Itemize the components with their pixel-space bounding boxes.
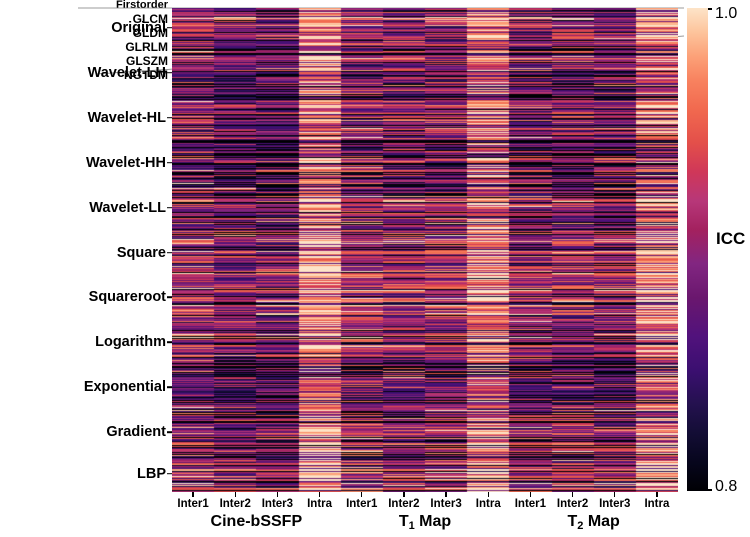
column-tick (234, 492, 236, 497)
row-group-label: LBP (137, 465, 166, 482)
row-group-labels: Original Wavelet-LH Wavelet-HL Wavelet-HH Wa… (0, 0, 172, 492)
colorbar-tick-max (708, 8, 712, 10)
column-tick (614, 492, 616, 497)
column-tick (318, 492, 321, 497)
column-tick (192, 492, 194, 497)
column-label: Inter3 (261, 498, 294, 510)
column-tick (487, 492, 489, 497)
column-tick (361, 492, 363, 497)
row-group-label: Gradient (106, 424, 166, 441)
column-label: Inter1 (177, 498, 209, 510)
column-tick (656, 492, 658, 497)
column-label: Intra (307, 498, 333, 510)
column-label: Inter1 (514, 498, 547, 510)
column-label: Inter2 (219, 498, 251, 510)
row-group-label: Logarithm (95, 334, 166, 351)
column-label: Inter1 (346, 498, 378, 510)
column-group-label: Cine-bSSFP (210, 513, 303, 530)
icc-heatmap-figure: Firstorder GLCM GLDM GLRLM GLSZM NGTDM O… (0, 0, 750, 537)
colorbar-max-label: 1.0 (715, 5, 738, 22)
row-group-label: Exponential (83, 379, 166, 396)
row-group-label: Original (111, 19, 166, 36)
row-group-label: Wavelet-HL (87, 109, 166, 126)
colorbar-min-label: 0.8 (715, 478, 738, 495)
colorbar: 1.0 0.8 (687, 5, 737, 495)
row-group-label: Square (116, 244, 166, 261)
column-tick (276, 492, 279, 497)
column-label: Inter3 (599, 498, 631, 510)
column-label: Intra (644, 498, 670, 510)
row-group-label: Wavelet-HH (85, 154, 166, 171)
colorbar-title: ICC (716, 229, 746, 248)
colorbar-tick-min (708, 489, 712, 491)
column-group-label: T1 Map (398, 513, 452, 532)
column-label: Inter2 (556, 498, 589, 510)
column-tick (529, 492, 532, 497)
column-label: Inter2 (388, 498, 420, 510)
row-group-label: Squareroot (88, 289, 166, 306)
column-tick (571, 492, 574, 497)
column-group-label: T2 Map (567, 513, 620, 532)
column-label: Intra (475, 498, 501, 510)
colorbar-gradient (687, 8, 708, 491)
heatmap-canvas (172, 8, 678, 492)
column-tick (445, 492, 447, 497)
row-group-label: Wavelet-LL (89, 199, 166, 216)
column-tick (403, 492, 405, 497)
heatmap-plot-area (172, 8, 678, 492)
row-group-label: Wavelet-LH (87, 64, 166, 81)
column-label: Inter3 (430, 498, 462, 510)
